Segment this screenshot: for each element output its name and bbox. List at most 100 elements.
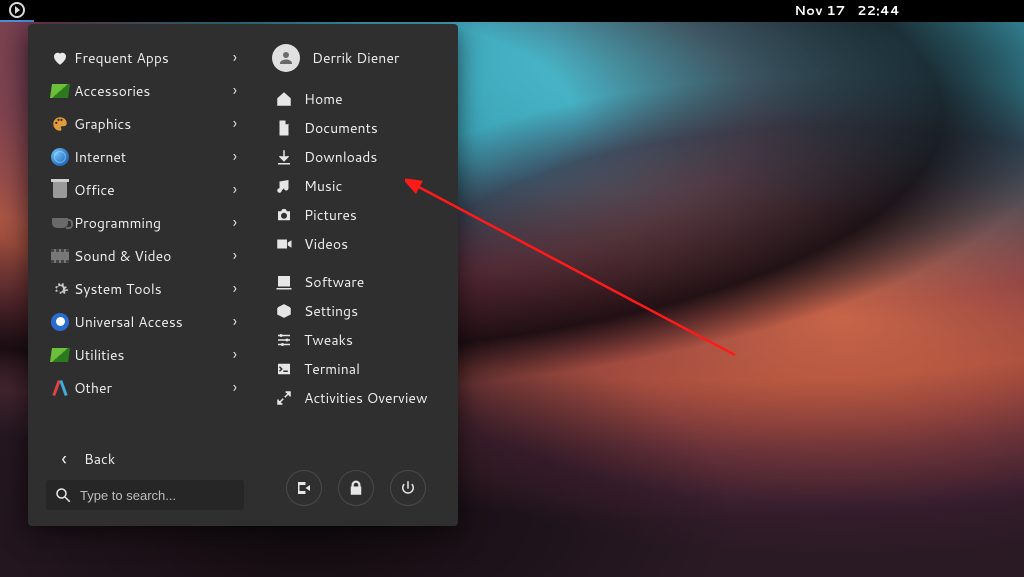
system-label: Activities Overview xyxy=(304,388,427,408)
camera-icon xyxy=(275,206,293,224)
chevron-right-icon xyxy=(228,277,242,300)
power-button[interactable] xyxy=(390,470,426,506)
top-bar: Nov 17 22:44 xyxy=(0,0,1024,22)
map-icon xyxy=(50,84,70,98)
system-terminal[interactable]: Terminal xyxy=(268,356,446,382)
back-label: Back xyxy=(84,449,115,469)
chevron-right-icon xyxy=(228,112,242,135)
globe-icon xyxy=(51,148,69,166)
film-icon xyxy=(51,249,69,263)
category-label: Other xyxy=(74,378,228,398)
category-utilities[interactable]: Utilities xyxy=(42,339,248,370)
map-icon xyxy=(50,348,70,362)
place-label: Downloads xyxy=(304,147,377,167)
chevron-left-icon xyxy=(54,445,74,473)
gear-icon xyxy=(51,280,69,298)
search-icon xyxy=(54,486,72,504)
category-sound-video[interactable]: Sound & Video xyxy=(42,240,248,271)
power-icon xyxy=(399,479,417,497)
home-icon xyxy=(275,90,293,108)
chevron-right-icon xyxy=(228,244,242,267)
category-list: Frequent Apps Accessories Graphics Inter… xyxy=(42,42,248,403)
distro-logo-icon xyxy=(9,2,25,18)
menu-categories-column: Frequent Apps Accessories Graphics Inter… xyxy=(28,24,258,526)
session-actions xyxy=(266,470,446,512)
palette-icon xyxy=(51,115,69,133)
accessibility-icon xyxy=(51,313,69,331)
category-universal-access[interactable]: Universal Access xyxy=(42,306,248,337)
category-internet[interactable]: Internet xyxy=(42,141,248,172)
category-label: Universal Access xyxy=(74,312,228,332)
place-label: Music xyxy=(304,176,342,196)
system-label: Tweaks xyxy=(304,330,353,350)
category-label: Sound & Video xyxy=(74,246,228,266)
search-input[interactable] xyxy=(80,488,256,503)
category-office[interactable]: Office xyxy=(42,174,248,205)
chevron-right-icon xyxy=(228,376,242,399)
back-button[interactable]: Back xyxy=(46,444,244,474)
user-icon xyxy=(277,49,295,67)
category-label: Accessories xyxy=(74,81,228,101)
place-home[interactable]: Home xyxy=(268,86,446,112)
trash-icon xyxy=(53,182,67,198)
chevron-right-icon xyxy=(228,178,242,201)
lock-button[interactable] xyxy=(338,470,374,506)
category-label: Utilities xyxy=(74,345,228,365)
menu-shortcuts-column: Derrik Diener Home Documents Downloads M… xyxy=(258,24,458,526)
category-label: Internet xyxy=(74,147,228,167)
place-pictures[interactable]: Pictures xyxy=(268,202,446,228)
system-activities-overview[interactable]: Activities Overview xyxy=(268,385,446,411)
music-icon xyxy=(275,177,293,195)
application-menu: Frequent Apps Accessories Graphics Inter… xyxy=(28,24,458,526)
place-label: Pictures xyxy=(304,205,357,225)
tweaks-icon xyxy=(275,331,293,349)
category-other[interactable]: Other xyxy=(42,372,248,403)
system-label: Terminal xyxy=(304,359,360,379)
heart-icon xyxy=(51,49,69,67)
clock[interactable]: Nov 17 22:44 xyxy=(790,2,904,20)
category-programming[interactable]: Programming xyxy=(42,207,248,238)
logout-icon xyxy=(295,479,313,497)
category-label: Frequent Apps xyxy=(74,48,228,68)
category-graphics[interactable]: Graphics xyxy=(42,108,248,139)
chevron-right-icon xyxy=(228,79,242,102)
document-icon xyxy=(275,119,293,137)
category-label: Programming xyxy=(74,213,228,233)
coffee-icon xyxy=(52,218,68,228)
search-field[interactable] xyxy=(46,480,244,510)
overview-icon xyxy=(275,389,293,407)
tools-icon xyxy=(52,380,68,396)
places-list: Home Documents Downloads Music Pictures … xyxy=(266,86,446,257)
system-label: Software xyxy=(304,272,364,292)
download-icon xyxy=(275,148,293,166)
user-name: Derrik Diener xyxy=(312,48,399,68)
logout-button[interactable] xyxy=(286,470,322,506)
avatar xyxy=(272,44,300,72)
clock-time: 22:44 xyxy=(853,2,904,20)
system-tweaks[interactable]: Tweaks xyxy=(268,327,446,353)
category-label: Graphics xyxy=(74,114,228,134)
lock-icon xyxy=(347,479,365,497)
video-icon xyxy=(275,235,293,253)
software-icon xyxy=(275,273,293,291)
system-list: Software Settings Tweaks Terminal Activi… xyxy=(266,269,446,411)
chevron-right-icon xyxy=(228,46,242,69)
terminal-icon xyxy=(275,360,293,378)
place-videos[interactable]: Videos xyxy=(268,231,446,257)
place-label: Videos xyxy=(304,234,348,254)
activities-button[interactable] xyxy=(0,0,34,22)
category-accessories[interactable]: Accessories xyxy=(42,75,248,106)
system-software[interactable]: Software xyxy=(268,269,446,295)
chevron-right-icon xyxy=(228,310,242,333)
chevron-right-icon xyxy=(228,343,242,366)
place-documents[interactable]: Documents xyxy=(268,115,446,141)
system-settings[interactable]: Settings xyxy=(268,298,446,324)
place-downloads[interactable]: Downloads xyxy=(268,144,446,170)
system-label: Settings xyxy=(304,301,358,321)
category-system-tools[interactable]: System Tools xyxy=(42,273,248,304)
category-label: System Tools xyxy=(74,279,228,299)
user-row[interactable]: Derrik Diener xyxy=(266,42,446,86)
place-music[interactable]: Music xyxy=(268,173,446,199)
settings-icon xyxy=(275,302,293,320)
category-frequent-apps[interactable]: Frequent Apps xyxy=(42,42,248,73)
